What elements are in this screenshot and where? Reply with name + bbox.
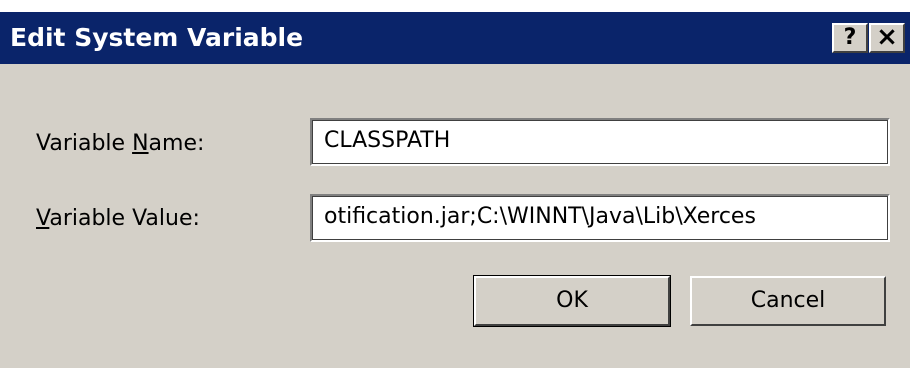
question-mark-icon: ? [843,25,857,50]
help-button[interactable]: ? [832,23,868,53]
variable-name-label-text: Variable Name: [36,131,205,156]
close-icon: × [876,22,898,52]
variable-name-field[interactable]: CLASSPATH [310,118,890,166]
background-strip [0,0,910,12]
close-button[interactable]: × [869,23,905,53]
variable-value-label: Variable Value: [36,205,200,233]
dialog-body: Variable Name: CLASSPATH Variable Value:… [0,64,910,368]
title-bar[interactable]: Edit System Variable ? × [0,12,910,64]
cancel-button[interactable]: Cancel [690,276,886,326]
dialog-title: Edit System Variable [10,23,304,52]
ok-button[interactable]: OK [473,275,671,327]
variable-value-field[interactable]: otification.jar;C:\WINNT\Java\Lib\Xerces [310,194,890,242]
variable-name-label: Variable Name: [36,130,204,158]
variable-value-label-text: Variable Value: [36,206,200,231]
edit-system-variable-dialog: Edit System Variable ? × Variable Name: … [0,0,910,368]
